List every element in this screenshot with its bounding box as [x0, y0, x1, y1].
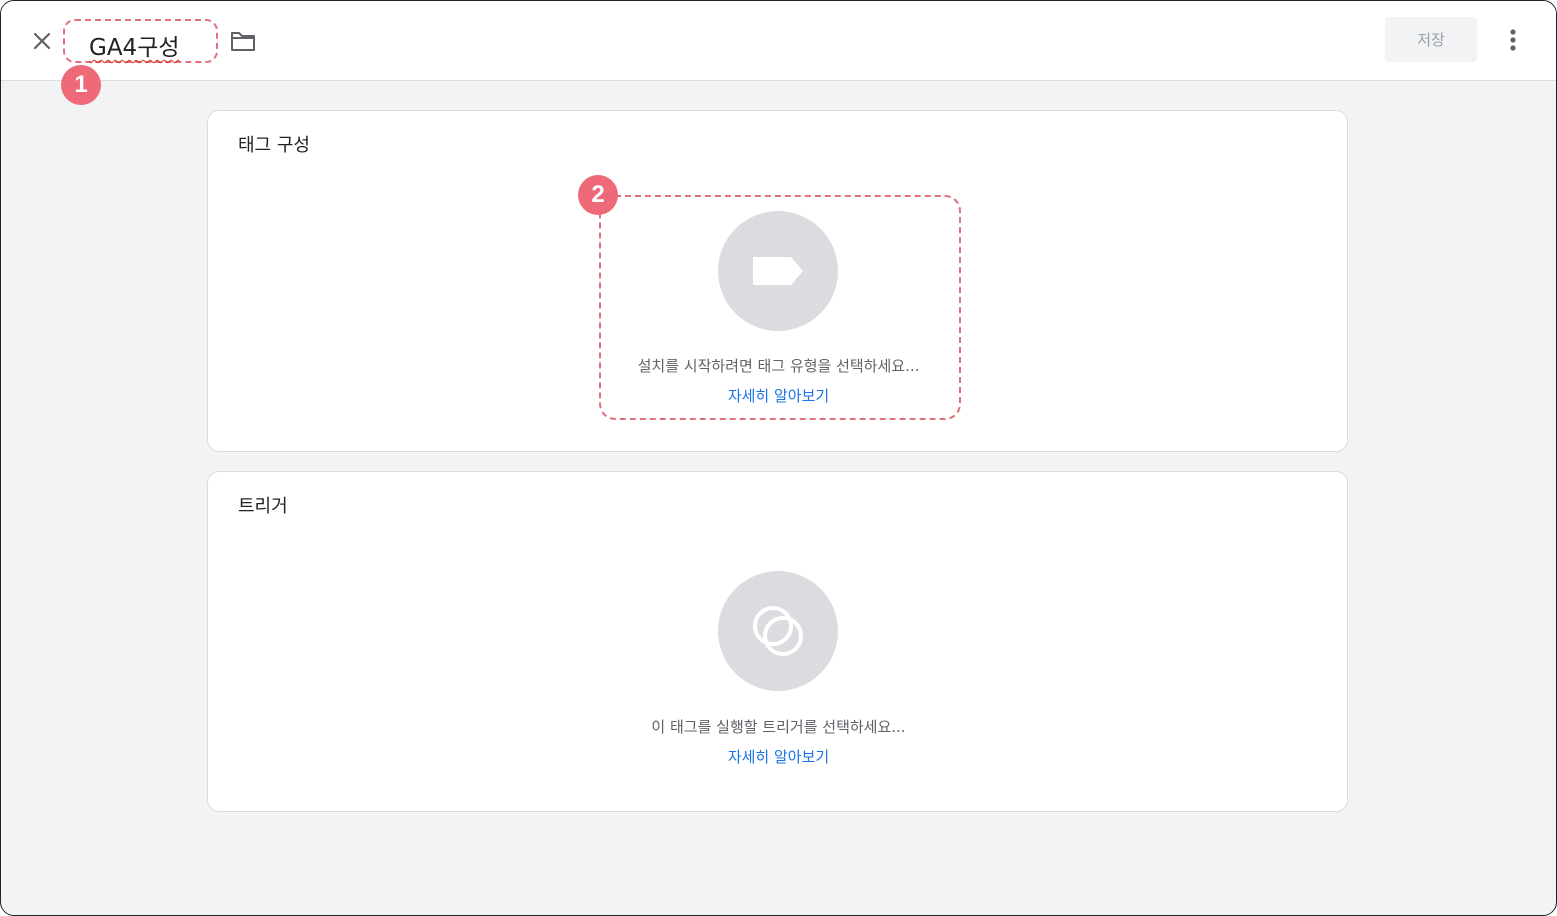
save-button[interactable]: 저장: [1385, 17, 1477, 62]
tag-icon: [753, 257, 803, 285]
app-window: GA4구성 저장 1 태그 구성 설치를 시작하려면 태그 유형을 선택하세요.…: [0, 0, 1557, 916]
annotation-badge-1: 1: [61, 65, 101, 105]
tag-name-text: GA4구성: [89, 35, 180, 61]
tag-config-hint: 설치를 시작하려면 태그 유형을 선택하세요...: [637, 357, 920, 375]
tag-name-field[interactable]: GA4구성: [63, 19, 218, 63]
tag-type-select-button[interactable]: [718, 211, 838, 331]
trigger-title: 트리거: [238, 496, 288, 517]
folder-button[interactable]: [229, 29, 257, 53]
tag-config-title: 태그 구성: [238, 135, 310, 156]
annotation-badge-2: 2: [578, 175, 618, 215]
folder-icon: [231, 32, 255, 51]
more-options-button[interactable]: [1499, 25, 1527, 57]
tag-config-learn-more-link[interactable]: 자세히 알아보기: [208, 385, 1349, 406]
trigger-select-button[interactable]: [718, 571, 838, 691]
trigger-icon: [753, 606, 803, 656]
trigger-card: 트리거 이 태그를 실행할 트리거를 선택하세요... 자세히 알아보기: [207, 471, 1348, 812]
close-icon: [33, 32, 51, 50]
top-bar: GA4구성 저장: [1, 1, 1556, 81]
trigger-hint: 이 태그를 실행할 트리거를 선택하세요...: [651, 718, 906, 736]
more-vert-icon: [1510, 29, 1516, 51]
trigger-learn-more-link[interactable]: 자세히 알아보기: [208, 746, 1349, 767]
close-button[interactable]: [29, 28, 55, 54]
tag-config-card: 태그 구성 설치를 시작하려면 태그 유형을 선택하세요... 자세히 알아보기…: [207, 110, 1348, 452]
